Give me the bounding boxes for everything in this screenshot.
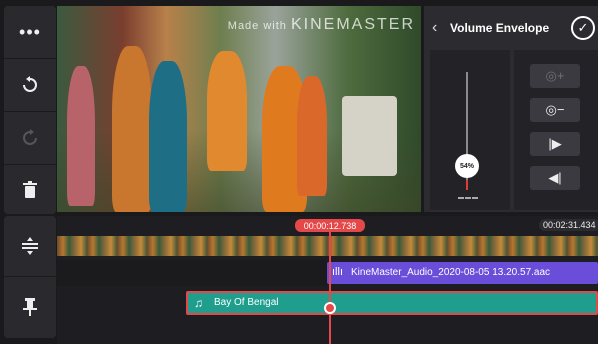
volume-envelope-panel: ‹ Volume Envelope ✓ 54% ◎+ ◎− |▶ ◀| — [424, 6, 598, 212]
envelope-keyframe-dot[interactable] — [324, 302, 336, 314]
prev-keyframe-icon: ◀| — [548, 170, 562, 185]
panel-title: Volume Envelope — [450, 21, 550, 35]
audio-clip-label: KineMaster_Audio_2020-08-05 13.20.57.aac — [351, 267, 551, 278]
keyframe-controls: ◎+ ◎− |▶ ◀| — [514, 50, 598, 210]
keyframe-add-icon: ◎+ — [545, 68, 565, 83]
more-dots-icon: ••• — [19, 21, 41, 42]
undo-button[interactable] — [4, 59, 56, 111]
keyframe-add-button[interactable]: ◎+ — [530, 64, 580, 88]
redo-icon — [23, 129, 37, 145]
track-height-icon — [22, 237, 38, 255]
music-clip-label: Bay Of Bengal — [214, 297, 279, 308]
current-time: 00:00:12.738 — [295, 219, 365, 232]
preview-figure — [207, 51, 247, 171]
preview-figure — [67, 66, 95, 206]
slider-baseline — [458, 197, 478, 199]
next-keyframe-icon: |▶ — [548, 136, 562, 151]
volume-slider[interactable]: 54% — [430, 50, 510, 210]
track-height-button[interactable] — [4, 216, 56, 276]
waveform-icon: ıllı — [332, 266, 343, 278]
total-time: 00:02:31.434 — [539, 219, 598, 231]
panel-header: ‹ Volume Envelope ✓ — [424, 6, 598, 48]
playhead[interactable] — [329, 232, 331, 344]
video-track-filmstrip[interactable] — [57, 236, 598, 256]
chevron-left-icon[interactable]: ‹ — [432, 19, 437, 37]
pin-button[interactable] — [4, 277, 56, 337]
keyframe-remove-button[interactable]: ◎− — [530, 98, 580, 122]
trash-icon — [23, 180, 37, 198]
redo-button[interactable] — [4, 112, 56, 164]
timeline[interactable]: ıllı KineMaster_Audio_2020-08-05 13.20.5… — [57, 216, 598, 344]
check-icon[interactable]: ✓ — [571, 16, 595, 40]
music-clip[interactable]: ♫ Bay Of Bengal — [186, 291, 598, 315]
prev-keyframe-button[interactable]: ◀| — [530, 166, 580, 190]
slider-fill — [466, 180, 468, 190]
undo-icon — [23, 76, 37, 92]
music-note-icon: ♫ — [194, 296, 203, 310]
pin-icon — [23, 298, 37, 316]
watermark: Made with KINEMASTER — [227, 16, 415, 33]
preview-figure — [342, 96, 397, 176]
more-button[interactable]: ••• — [4, 6, 56, 58]
next-keyframe-button[interactable]: |▶ — [530, 132, 580, 156]
video-preview[interactable]: Made with KINEMASTER — [57, 6, 421, 212]
delete-button[interactable] — [4, 165, 56, 214]
empty-track-area — [57, 260, 327, 286]
left-toolbar: ••• — [4, 6, 56, 214]
preview-figure — [112, 46, 152, 212]
audio-clip[interactable]: ıllı KineMaster_Audio_2020-08-05 13.20.5… — [327, 262, 598, 284]
keyframe-remove-icon: ◎− — [545, 102, 565, 117]
preview-figure — [297, 76, 327, 196]
timeline-tools — [4, 216, 56, 338]
preview-figure — [149, 61, 187, 212]
slider-thumb[interactable]: 54% — [455, 154, 479, 178]
